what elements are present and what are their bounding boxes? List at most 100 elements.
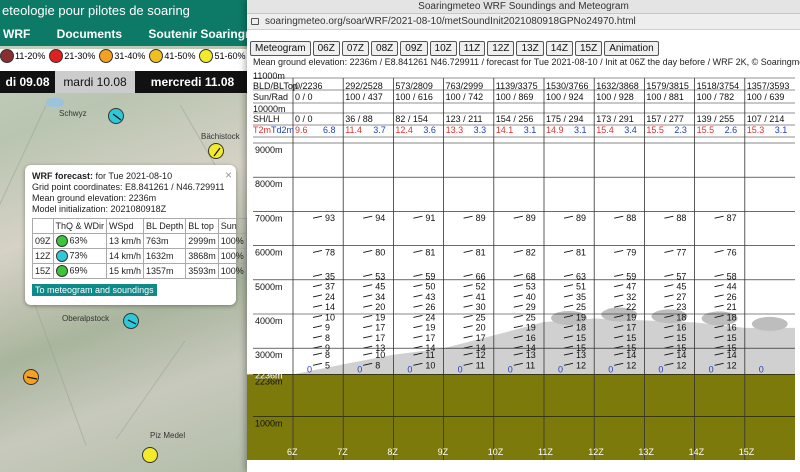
- meteogram-link[interactable]: To meteogram and soundings: [32, 284, 157, 296]
- wind-speed-value: 12: [576, 360, 586, 370]
- wind-arrow-icon: [312, 215, 323, 219]
- wind-arrow-icon: [513, 304, 523, 308]
- wind-arrow-icon: [363, 325, 373, 329]
- legend-color-icon: [49, 49, 64, 63]
- sh-lh-value: 36 / 88: [345, 114, 373, 124]
- time-axis-label: 11Z: [538, 447, 553, 457]
- meteogram-chart[interactable]: 11000mBLD/BLTopSun/Rad 10000mSH/LHT2m Td2m…: [247, 0, 800, 472]
- wind-speed-value: 59: [626, 271, 636, 281]
- close-icon[interactable]: ×: [225, 168, 232, 182]
- wind-arrow-icon: [563, 250, 574, 253]
- td2m-value: 3.6: [423, 125, 436, 135]
- wind-arrow-icon: [614, 304, 624, 308]
- wind-arrow-icon: [614, 294, 624, 298]
- time-axis-label: 13Z: [638, 447, 654, 457]
- wind-speed-value: 11: [425, 350, 434, 360]
- wind-arrow-icon: [312, 362, 323, 366]
- wind-speed-value: 81: [576, 247, 586, 257]
- wind-speed-value: 16: [526, 333, 536, 343]
- popup-forecast-table: ThQ & WDir WSpd BL Depth BL top Sun 09Z …: [32, 218, 247, 279]
- surface-wind-value: 0: [307, 364, 312, 374]
- wind-arrow-icon: [312, 335, 323, 339]
- legend-label: 41-50%: [164, 51, 196, 61]
- wind-speed-value: 16: [676, 323, 686, 333]
- wind-speed-value: 16: [727, 323, 737, 333]
- nav-item-documents[interactable]: Documents: [57, 27, 122, 41]
- wind-speed-value: 12: [727, 360, 737, 370]
- wind-speed-value: 18: [576, 323, 586, 333]
- wind-speed-value: 22: [626, 302, 636, 312]
- td2m-value: 3.1: [574, 125, 587, 135]
- surface-wind-value: 0: [658, 364, 663, 374]
- wind-marker[interactable]: [123, 313, 139, 329]
- wind-arrow-icon: [614, 215, 624, 219]
- wind-speed-value: 51: [576, 282, 586, 292]
- wind-arrow-icon: [463, 284, 473, 288]
- wind-arrow-icon: [463, 314, 473, 318]
- row-label-altitude: 10000m: [253, 104, 286, 114]
- table-cell-bl-top: 3593m: [185, 263, 219, 279]
- date-tab-current[interactable]: mardi 10.08: [55, 71, 135, 93]
- wind-arrow-icon: [413, 325, 423, 329]
- wind-arrow-icon: [363, 273, 373, 277]
- table-header: [32, 218, 54, 234]
- date-tab-prev[interactable]: di 09.08: [0, 71, 55, 93]
- wind-arrow-icon: [714, 215, 724, 219]
- row-label-top-altitude: 11000m: [253, 71, 285, 81]
- wind-arrow-icon: [363, 294, 373, 298]
- row-label-shlh: SH/LH: [253, 114, 280, 124]
- legend-label: 11-20%: [15, 51, 46, 61]
- legend-item: 41-50%: [149, 49, 195, 63]
- bld-bltop-value: 1530/3766: [546, 81, 589, 91]
- wind-arrow-icon: [463, 304, 473, 308]
- wind-speed-value: 21: [727, 302, 737, 312]
- map-label-piz-medel: Piz Medel: [150, 431, 186, 440]
- sh-lh-value: 173 / 291: [596, 114, 634, 124]
- wind-speed-value: 66: [476, 271, 486, 281]
- wind-speed-value: 9: [325, 323, 330, 333]
- legend-color-icon: [199, 49, 214, 63]
- wind-speed-value: 40: [526, 292, 536, 302]
- table-header: ThQ & WDir: [52, 218, 108, 234]
- surface-wind-value: 0: [608, 364, 613, 374]
- wind-arrow-icon: [714, 284, 724, 288]
- wind-marker[interactable]: [142, 447, 158, 463]
- wind-marker[interactable]: [208, 143, 224, 159]
- lake: [46, 98, 64, 107]
- td2m-value: 3.1: [524, 125, 537, 135]
- wind-marker[interactable]: [23, 369, 39, 385]
- wind-arrow-icon: [513, 215, 523, 219]
- wind-speed-value: 17: [476, 333, 486, 343]
- table-cell-sun: 100%: [217, 263, 247, 279]
- sun-rad-value: 100 / 881: [646, 92, 684, 102]
- wind-speed-value: 19: [526, 323, 536, 333]
- altitude-tick-label: 6000m: [255, 248, 283, 258]
- wind-speed-value: 14: [676, 350, 686, 360]
- t2m-value: 13.3: [446, 125, 464, 135]
- wind-arrow-icon: [463, 273, 473, 277]
- wind-speed-value: 19: [375, 312, 385, 322]
- wind-speed-value: 19: [626, 312, 636, 322]
- nav-item-wrf[interactable]: WRF: [3, 27, 30, 41]
- time-axis-label: 9Z: [438, 447, 449, 457]
- wind-arrow-icon: [563, 284, 574, 288]
- sh-lh-value: 139 / 255: [697, 114, 735, 124]
- sh-lh-value: 107 / 214: [747, 114, 785, 124]
- wind-arrow-icon: [513, 273, 523, 277]
- bld-bltop-value: 1357/3593: [747, 81, 790, 91]
- wind-arrow-icon: [513, 250, 523, 253]
- wind-arrow-icon: [664, 294, 674, 298]
- surface-wind-value: 0: [709, 364, 714, 374]
- wind-speed-value: 35: [576, 292, 586, 302]
- td2m-value: 3.4: [624, 125, 637, 135]
- wind-speed-value: 89: [526, 213, 536, 223]
- date-tab-next[interactable]: mercredi 11.08: [135, 71, 250, 93]
- wind-arrow-icon: [463, 325, 473, 329]
- t2m-value: 14.1: [496, 125, 514, 135]
- wind-speed-value: 89: [576, 213, 586, 223]
- wind-speed-value: 15: [576, 333, 586, 343]
- wind-marker[interactable]: [108, 108, 124, 124]
- nav-item-support[interactable]: Soutenir Soaringmeteo: [148, 27, 250, 41]
- wind-speed-value: 10: [425, 360, 435, 370]
- table-cell-bl-depth: 1632m: [143, 248, 187, 264]
